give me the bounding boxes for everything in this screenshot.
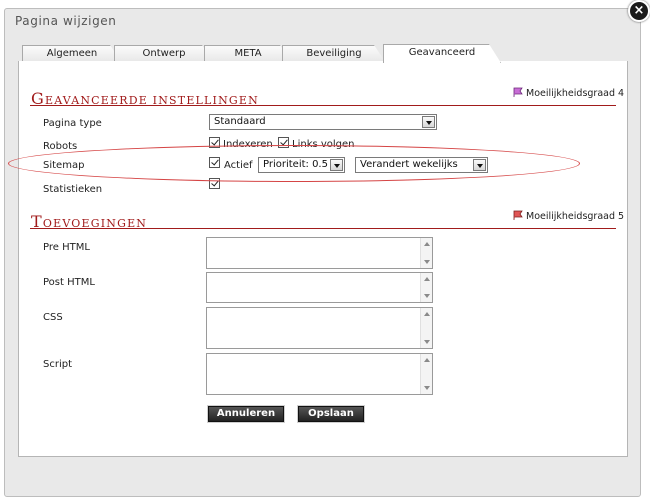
dialog-title: Pagina wijzigen [15, 14, 117, 28]
flag-icon [513, 87, 523, 97]
scrollbar[interactable] [420, 308, 432, 348]
sitemap-active-label: Actief [224, 160, 253, 171]
robots-label: Robots [43, 141, 78, 152]
css-label: CSS [43, 312, 63, 323]
script-textarea[interactable] [206, 353, 433, 395]
scrollbar[interactable] [420, 354, 432, 394]
frequency-select[interactable]: Verandert wekelijks [355, 157, 488, 173]
difficulty-badge: Moeilijkheidsgraad 4 [513, 87, 624, 99]
page-type-select[interactable]: Standaard [209, 114, 437, 130]
chevron-down-icon[interactable] [473, 159, 486, 171]
page-type-label: Pagina type [43, 118, 102, 129]
scroll-down-icon [424, 386, 430, 390]
difficulty-badge: Moeilijkheidsgraad 5 [513, 210, 624, 222]
priority-select[interactable]: Prioriteit: 0.5 [258, 157, 345, 173]
css-textarea[interactable] [206, 307, 433, 349]
scroll-up-icon [424, 277, 430, 281]
pre-html-textarea[interactable] [206, 237, 433, 269]
tab-geavanceerd[interactable]: Geavanceerd [383, 44, 501, 63]
scroll-up-icon [424, 312, 430, 316]
sitemap-label: Sitemap [43, 160, 85, 171]
index-label: Indexeren [223, 139, 273, 150]
follow-links-checkbox[interactable] [278, 137, 289, 148]
statistics-checkbox[interactable] [209, 178, 220, 189]
chevron-down-icon[interactable] [422, 116, 435, 128]
section-divider [30, 228, 616, 229]
close-icon[interactable]: × [628, 0, 650, 22]
scroll-up-icon [424, 358, 430, 362]
script-label: Script [43, 359, 73, 370]
save-button[interactable]: Opslaan [297, 405, 365, 423]
index-checkbox[interactable] [209, 137, 220, 148]
post-html-label: Post HTML [43, 277, 95, 288]
post-html-textarea[interactable] [206, 272, 433, 303]
scroll-down-icon [424, 340, 430, 344]
scrollbar[interactable] [420, 238, 432, 268]
scroll-down-icon [424, 260, 430, 264]
flag-icon [513, 210, 523, 220]
follow-links-label: Links volgen [292, 139, 355, 150]
scrollbar[interactable] [420, 273, 432, 302]
scroll-up-icon [424, 242, 430, 246]
cancel-button[interactable]: Annuleren [207, 405, 285, 423]
pre-html-label: Pre HTML [43, 242, 90, 253]
chevron-down-icon[interactable] [330, 159, 343, 171]
section-divider [30, 105, 616, 106]
sitemap-active-checkbox[interactable] [209, 157, 220, 168]
statistics-label: Statistieken [43, 184, 103, 195]
scroll-down-icon [424, 294, 430, 298]
